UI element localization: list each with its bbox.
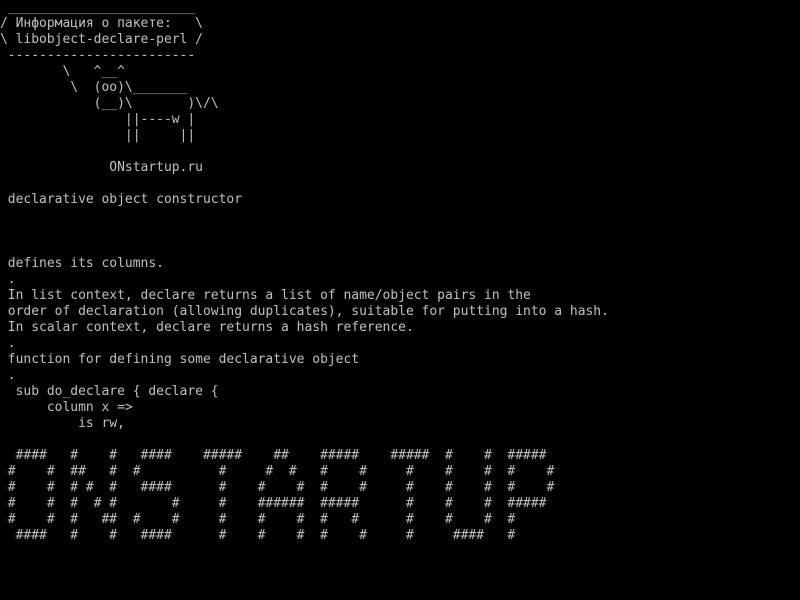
terminal-line: (__)\ )\/\ [0, 96, 219, 111]
terminal-line: #### # # #### # # # # # # #### # [0, 528, 516, 543]
terminal-line: ________________________ [0, 0, 196, 15]
terminal-line: #### # # #### ##### ## ##### ##### # # #… [0, 448, 547, 463]
terminal-line: . [0, 368, 16, 383]
terminal-line: . [0, 272, 16, 287]
terminal-line: ONstartup.ru [0, 160, 203, 175]
terminal-line: \ libobject-declare-perl / [0, 32, 203, 47]
terminal-screen[interactable]: ________________________ / Информация о … [0, 0, 800, 600]
terminal-line: || || [0, 128, 196, 143]
terminal-line: # # # ## # # # # # # # # # # # [0, 512, 516, 527]
terminal-line: column x => [0, 400, 133, 415]
terminal-line: order of declaration (allowing duplicate… [0, 304, 609, 319]
terminal-line: function for defining some declarative o… [0, 352, 360, 367]
terminal-line: defines its columns. [0, 256, 164, 271]
terminal-line: # # # # # #### # # # # # # # # # # [0, 480, 555, 495]
terminal-line: ||----w | [0, 112, 196, 127]
terminal-line: In list context, declare returns a list … [0, 288, 531, 303]
terminal-line: sub do_declare { declare { [0, 384, 219, 399]
terminal-line: \ (oo)\_______ [0, 80, 188, 95]
terminal-line: is rw, [0, 416, 125, 431]
terminal-line: ------------------------ [0, 48, 196, 63]
terminal-line: . [0, 336, 16, 351]
terminal-line: declarative object constructor [0, 192, 243, 207]
terminal-line: In scalar context, declare returns a has… [0, 320, 414, 335]
terminal-line: # # # # # # # ###### ##### # # # ##### [0, 496, 547, 511]
terminal-line: \ ^__^ [0, 64, 125, 79]
terminal-line: # # ## # # # # # # # # # # # # [0, 464, 555, 479]
terminal-line: / Информация о пакете: \ [0, 16, 203, 31]
